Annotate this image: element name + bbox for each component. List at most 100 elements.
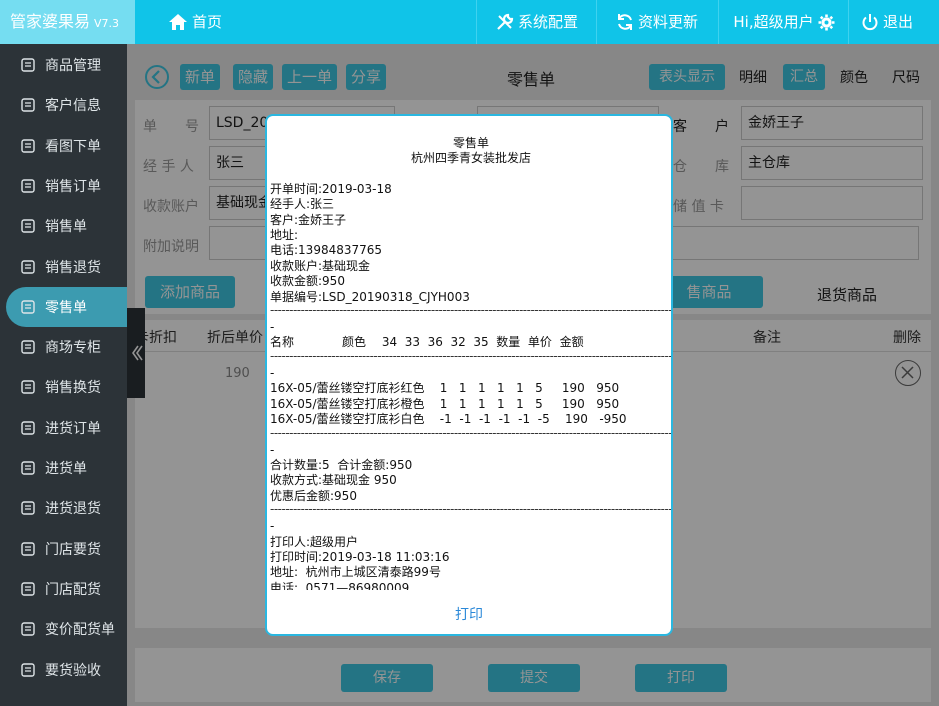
gear-icon [818,14,835,30]
exchange-icon [21,380,35,395]
sidebar-item[interactable]: 进货订单 [0,408,127,448]
sidebar-item-label: 商品管理 [45,58,101,74]
tools-icon [497,13,514,30]
top-navbar: 管家婆果易 V7.3 首页 系统配置 资料更新 Hi,超级用户 退出 [0,0,939,44]
receipt-column-header: 名称 颜色 34 33 36 32 35 数量 单价 金额 [270,335,584,350]
receipt-preview: 零售单 杭州四季青女装批发店 开单时间:2019-03-18 经手人:张三 客户… [270,136,672,590]
app-logo: 管家婆果易 V7.3 [0,0,135,44]
receipt-item-line: 16X-05/蕾丝镂空打底衫橙色 1 1 1 1 1 5 190 950 [270,396,620,411]
sidebar-item-label: 商场专柜 [45,340,101,357]
return-icon [21,501,35,515]
receipt-divider: ----------------------------------------… [270,305,672,318]
sidebar-item[interactable]: 门店配货 [0,569,127,609]
sidebar-item[interactable]: 门店要货 [0,529,127,569]
receipt-line: - [270,320,275,335]
sidebar-item-label: 销售换货 [45,380,101,397]
system-config-button[interactable]: 系统配置 [478,0,596,44]
receipt-line: 客户:金娇王子 [270,212,347,227]
receipt-line: 收款金额:950 [270,274,345,289]
system-config-label: 系统配置 [517,13,578,31]
truck-icon [21,582,35,596]
sidebar-item[interactable]: 进货单 [0,448,127,488]
receipt-line: - [270,365,275,380]
app-version: V7.3 [94,17,120,30]
home-nav-button[interactable]: 首页 [150,0,240,44]
sidebar-item[interactable]: 看图下单 [0,126,127,166]
logout-label: 退出 [882,13,913,31]
app-name: 管家婆果易 [10,12,91,31]
receipt-line: 收款账户:基础现金 [270,258,371,273]
search-icon [21,662,35,677]
data-update-button[interactable]: 资料更新 [598,0,716,44]
user-settings-button[interactable]: Hi,超级用户 [720,0,848,44]
receipt-printer-line: 打印人:超级用户 [270,534,359,549]
receipt-line: 经手人:张三 [270,197,335,212]
sidebar-item-label: 门店配货 [45,581,101,598]
sidebar-item[interactable]: 销售订单 [0,166,127,206]
refresh-icon [617,14,632,30]
order-icon [21,461,35,475]
sidebar-item-label: 变价配货单 [45,622,115,639]
receipt-printer-line: 打印时间:2019-03-18 11:03:16 [270,549,450,564]
sidebar-item-label: 看图下单 [45,138,101,155]
receipt-printer-line: 电话: 0571—86980009 [270,580,410,590]
sidebar-item[interactable]: 商场专柜 [0,327,127,367]
sidebar-item[interactable]: 零售单 [6,286,127,327]
sidebar-item[interactable]: 进货退货 [0,488,127,528]
sidebar-item[interactable]: 客户信息 [0,85,127,125]
sidebar-item-label: 零售单 [45,299,87,316]
receipt-line: 单据编号:LSD_20190318_CJYH003 [270,289,470,304]
box-icon [21,58,35,72]
sidebar: 商品管理客户信息看图下单销售订单销售单销售退货零售单商场专柜销售换货进货订单进货… [0,44,127,706]
data-update-label: 资料更新 [637,13,698,31]
sidebar-item-label: 进货单 [45,461,87,477]
receipt-line: 电话:13984837765 [270,243,383,258]
sidebar-item[interactable]: 要货验收 [0,650,127,690]
sidebar-item-label: 进货订单 [45,420,101,437]
receipt-icon [21,300,35,314]
sidebar-item-label: 销售单 [45,219,87,236]
home-label: 首页 [191,13,222,31]
sidebar-item-label: 销售订单 [45,178,101,195]
receipt-total-line: 优惠后金额:950 [270,488,357,503]
dialog-print-button[interactable]: 打印 [267,604,671,624]
person-icon [21,98,35,112]
sidebar-item-label: 要货验收 [45,662,101,679]
sidebar-item-label: 进货退货 [45,501,101,518]
image-icon [21,138,35,153]
sidebar-item-label: 销售退货 [45,259,101,276]
receipt-line: - [270,519,275,534]
bag-icon [21,340,35,354]
receipt-total-line: 收款方式:基础现金 950 [270,473,397,488]
sidebar-item[interactable]: 销售换货 [0,367,127,407]
receipt-printer-line: 地址: 杭州市上城区清泰路99号 [270,565,441,580]
receipt-title: 零售单 [452,136,489,150]
order-icon [21,179,35,193]
return-icon [21,259,35,274]
receipt-total-line: 合计数量:5 合计金额:950 [270,457,413,472]
sidebar-item[interactable]: 商品管理 [0,45,127,85]
receipt-item-line: 16X-05/蕾丝镂空打底衫白色 -1 -1 -1 -1 -1 -5 190 -… [270,412,627,427]
sidebar-item[interactable]: 销售单 [0,206,127,246]
sidebar-item[interactable]: 销售退货 [0,247,127,287]
receipt-divider: ----------------------------------------… [270,427,672,440]
store-icon [21,541,35,556]
power-icon [862,14,878,31]
order-icon [21,420,35,435]
sidebar-item-label: 客户信息 [45,98,101,115]
sidebar-item[interactable]: 变价配货单 [0,609,127,649]
receipt-divider: ----------------------------------------… [270,504,672,517]
sidebar-item-label: 门店要货 [45,541,101,558]
home-icon [168,14,187,30]
receipt-shop-name: 杭州四季青女装批发店 [410,151,531,166]
receipt-item-line: 16X-05/蕾丝镂空打底衫红色 1 1 1 1 1 5 190 950 [270,381,620,396]
receipt-line: 开单时间:2019-03-18 [270,181,392,196]
logout-button[interactable]: 退出 [850,0,924,44]
price-icon [21,622,35,636]
receipt-line: - [270,442,275,457]
hand-icon [21,219,35,233]
receipt-line: 地址: [270,228,299,243]
receipt-divider: ----------------------------------------… [270,350,672,363]
user-greeting: Hi,超级用户 [733,13,814,31]
print-preview-dialog: 零售单 杭州四季青女装批发店 开单时间:2019-03-18 经手人:张三 客户… [265,114,673,636]
